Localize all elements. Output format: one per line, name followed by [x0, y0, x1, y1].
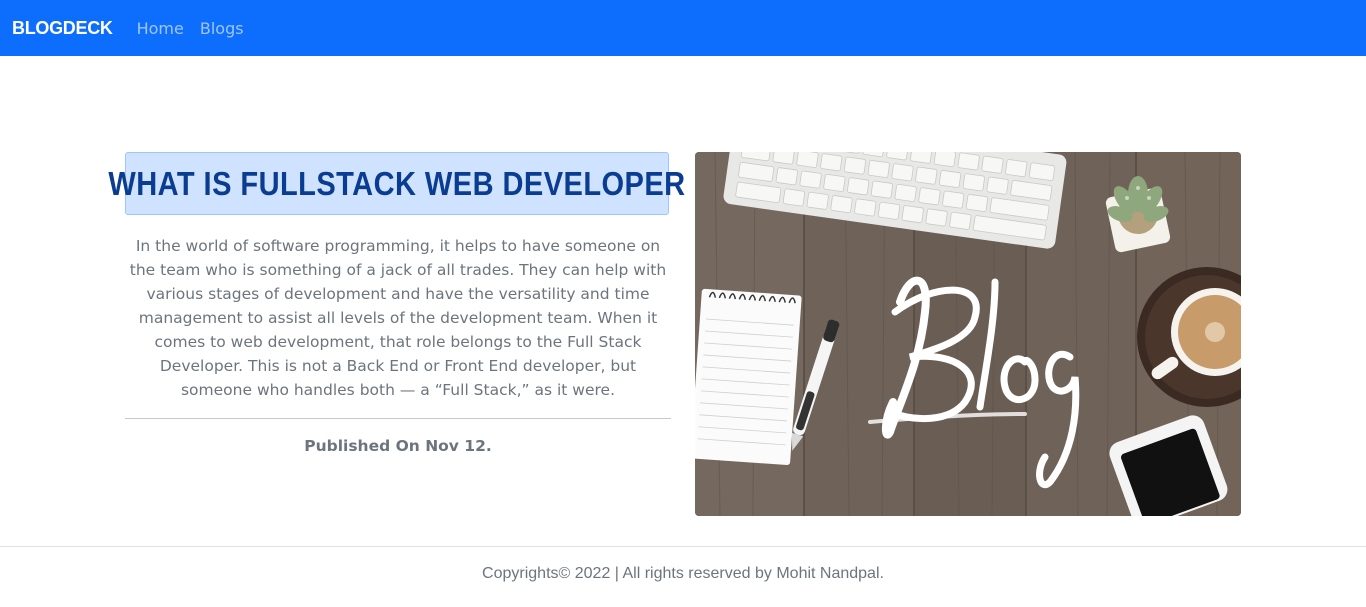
navbar: BLOGDECK Home Blogs [0, 0, 1366, 56]
post-title: WHAT IS FULLSTACK WEB DEVELOPER [108, 164, 686, 202]
post-description: In the world of software programming, it… [129, 237, 667, 399]
nav-link-home[interactable]: Home [137, 19, 184, 38]
brand-logo[interactable]: BLOGDECK [12, 18, 113, 39]
post-title-box: WHAT IS FULLSTACK WEB DEVELOPER [108, 152, 685, 215]
footer: Copyrights© 2022 | All rights reserved b… [0, 546, 1366, 607]
blog-hero-image [695, 152, 1241, 516]
nav-link-blogs[interactable]: Blogs [200, 19, 244, 38]
divider [125, 418, 671, 419]
post-content: WHAT IS FULLSTACK WEB DEVELOPER In the w… [108, 152, 685, 455]
published-date: Published On Nov 12. [304, 437, 492, 455]
nav-links: Home Blogs [129, 19, 252, 38]
copyright-text: Copyrights© 2022 | All rights reserved b… [482, 565, 884, 582]
